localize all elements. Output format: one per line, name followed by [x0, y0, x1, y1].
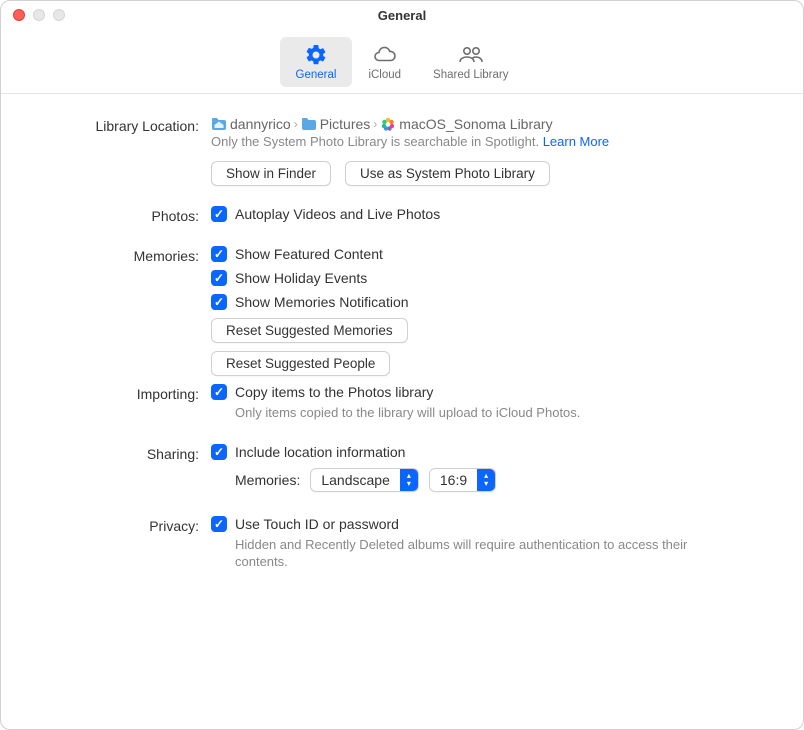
tab-general-label: General [296, 69, 337, 81]
show-notification-label: Show Memories Notification [235, 294, 409, 310]
home-folder-icon [211, 116, 227, 132]
titlebar: General [1, 1, 803, 29]
autoplay-label: Autoplay Videos and Live Photos [235, 206, 440, 222]
show-holiday-label: Show Holiday Events [235, 270, 367, 286]
memories-orientation-label: Memories: [235, 472, 300, 488]
breadcrumb-segment-2: Pictures [320, 116, 371, 132]
section-library-location: Library Location: dannyrico › Pictures › [41, 116, 763, 204]
show-notification-checkbox[interactable] [211, 294, 227, 310]
copy-items-label: Copy items to the Photos library [235, 384, 433, 400]
breadcrumb-segment-3: macOS_Sonoma Library [399, 116, 552, 132]
orientation-value: Landscape [311, 469, 400, 491]
tab-icloud[interactable]: iCloud [352, 37, 417, 87]
touchid-label: Use Touch ID or password [235, 516, 399, 532]
include-location-checkbox[interactable] [211, 444, 227, 460]
breadcrumb-segment-1: dannyrico [230, 116, 291, 132]
section-importing: Importing: Copy items to the Photos libr… [41, 384, 763, 428]
folder-icon [301, 116, 317, 132]
importing-label: Importing: [41, 384, 211, 402]
section-privacy: Privacy: Use Touch ID or password Hidden… [41, 516, 763, 577]
aspect-ratio-select[interactable]: 16:9 [429, 468, 496, 492]
orientation-select[interactable]: Landscape [310, 468, 419, 492]
library-hint: Only the System Photo Library is searcha… [211, 134, 763, 149]
window-title: General [1, 8, 803, 23]
autoplay-checkbox[interactable] [211, 206, 227, 222]
section-sharing: Sharing: Include location information Me… [41, 444, 763, 500]
tab-icloud-label: iCloud [368, 69, 401, 81]
sharing-label: Sharing: [41, 444, 211, 462]
photos-library-icon [380, 116, 396, 132]
library-path-breadcrumb[interactable]: dannyrico › Pictures › macOS_Sonoma Libr… [211, 116, 763, 132]
reset-suggested-people-button[interactable]: Reset Suggested People [211, 351, 390, 376]
photos-label: Photos: [41, 206, 211, 224]
use-as-system-library-button[interactable]: Use as System Photo Library [345, 161, 550, 186]
copy-items-checkbox[interactable] [211, 384, 227, 400]
aspect-value: 16:9 [430, 469, 477, 491]
importing-hint: Only items copied to the library will up… [235, 404, 715, 422]
include-location-label: Include location information [235, 444, 405, 460]
content-area: Library Location: dannyrico › Pictures › [1, 94, 803, 729]
reset-suggested-memories-button[interactable]: Reset Suggested Memories [211, 318, 408, 343]
chevron-icon: › [294, 117, 298, 131]
select-arrows-icon [477, 469, 495, 491]
touchid-checkbox[interactable] [211, 516, 227, 532]
show-in-finder-button[interactable]: Show in Finder [211, 161, 331, 186]
memories-label: Memories: [41, 246, 211, 264]
privacy-hint: Hidden and Recently Deleted albums will … [235, 536, 715, 571]
tab-shared-library[interactable]: Shared Library [417, 37, 524, 87]
toolbar: General iCloud Shared Library [1, 29, 803, 94]
people-icon [457, 43, 485, 67]
gear-icon [302, 43, 330, 67]
show-featured-label: Show Featured Content [235, 246, 383, 262]
preferences-window: General General iCloud Shared Library Li… [0, 0, 804, 730]
section-photos: Photos: Autoplay Videos and Live Photos [41, 206, 763, 230]
tab-general[interactable]: General [280, 37, 353, 87]
select-arrows-icon [400, 469, 418, 491]
learn-more-link[interactable]: Learn More [543, 134, 609, 149]
tab-shared-library-label: Shared Library [433, 69, 508, 81]
library-location-label: Library Location: [41, 116, 211, 134]
show-holiday-checkbox[interactable] [211, 270, 227, 286]
show-featured-checkbox[interactable] [211, 246, 227, 262]
privacy-label: Privacy: [41, 516, 211, 534]
section-memories: Memories: Show Featured Content Show Hol… [41, 246, 763, 382]
cloud-icon [371, 43, 399, 67]
chevron-icon: › [373, 117, 377, 131]
